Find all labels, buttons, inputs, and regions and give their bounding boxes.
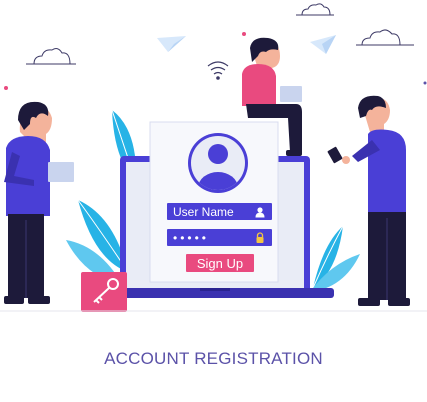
- cloud-icon: [356, 29, 414, 46]
- password-mask: •••••: [173, 230, 210, 245]
- paper-plane-icon: [310, 35, 336, 54]
- account-registration-illustration: [0, 3, 427, 312]
- person-icon: [254, 206, 266, 218]
- username-field[interactable]: User Name: [167, 203, 272, 220]
- cloud-icon: [296, 3, 334, 16]
- lock-icon: [254, 231, 266, 244]
- sign-up-button[interactable]: Sign Up: [186, 254, 254, 272]
- caption: ACCOUNT REGISTRATION: [104, 349, 323, 368]
- key-icon: [81, 272, 127, 312]
- cloud-icon: [26, 48, 76, 65]
- username-placeholder: User Name: [173, 204, 234, 219]
- person-left: [4, 101, 74, 304]
- paper-plane-icon: [157, 36, 186, 52]
- password-field[interactable]: •••••: [167, 229, 272, 246]
- illustration: User Name ••••• Sign Up ACCOUNT REGISTRA…: [0, 0, 427, 402]
- wifi-icon: [207, 61, 229, 80]
